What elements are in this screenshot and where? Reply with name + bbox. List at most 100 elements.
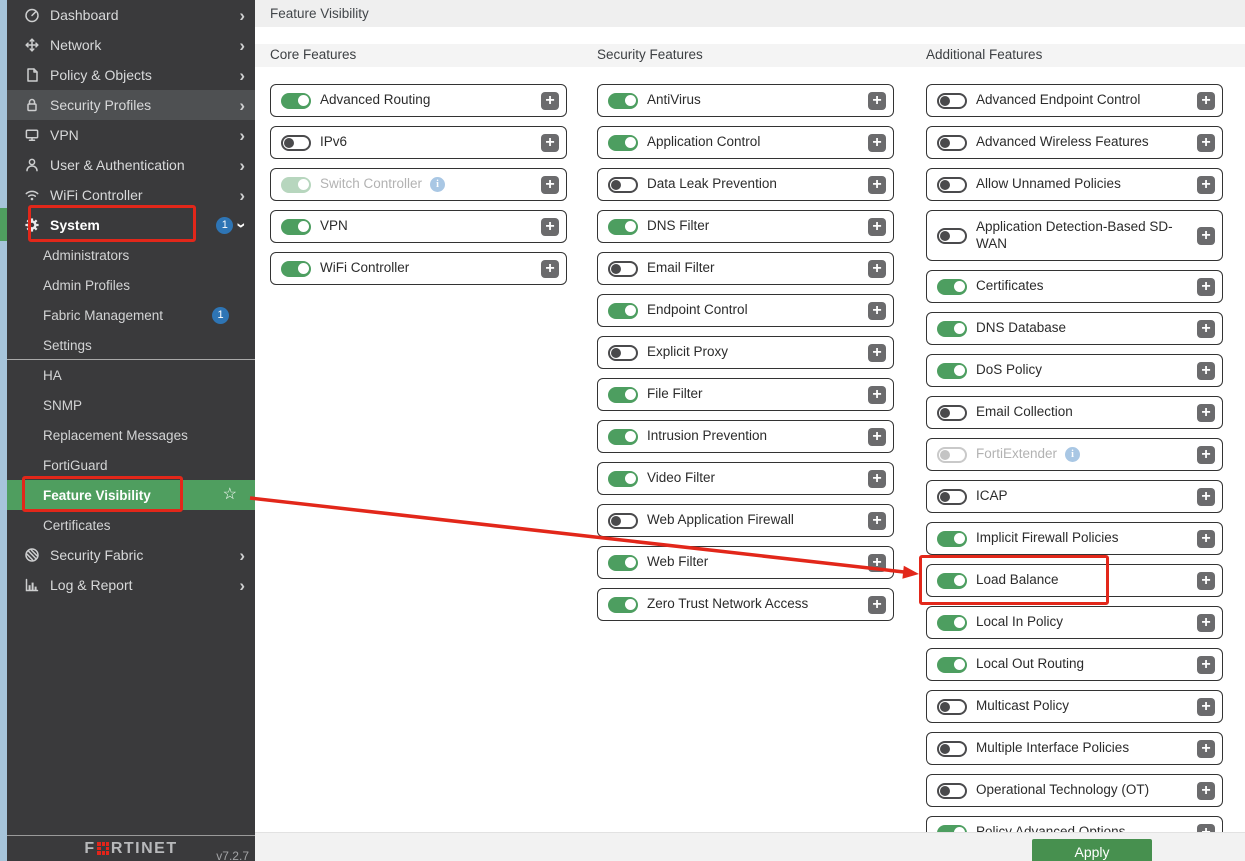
toggle-advanced-wireless-features[interactable] [937, 135, 967, 151]
toggle-web-application-firewall[interactable] [608, 513, 638, 529]
toggle-intrusion-prevention[interactable] [608, 429, 638, 445]
toggle-dns-filter[interactable] [608, 219, 638, 235]
toggle-data-leak-prevention[interactable] [608, 177, 638, 193]
toggle-advanced-routing[interactable] [281, 93, 311, 109]
expand-plus-button-vpn[interactable]: + [541, 218, 559, 236]
expand-plus-button-multiple-interface-policies[interactable]: + [1197, 740, 1215, 758]
sidebar-item-network[interactable]: Network› [7, 30, 255, 60]
expand-plus-button-implicit-firewall-policies[interactable]: + [1197, 530, 1215, 548]
sidebar-item-log-report[interactable]: Log & Report› [7, 570, 255, 600]
toggle-antivirus[interactable] [608, 93, 638, 109]
expand-plus-button-local-in-policy[interactable]: + [1197, 614, 1215, 632]
chart-icon [23, 577, 41, 593]
column-header-band [255, 44, 1245, 67]
sidebar-item-system[interactable]: System1› [7, 210, 255, 240]
expand-plus-button-dos-policy[interactable]: + [1197, 362, 1215, 380]
expand-plus-button-intrusion-prevention[interactable]: + [868, 428, 886, 446]
feature-card-email-collection: Email Collection+ [926, 396, 1223, 429]
expand-plus-button-explicit-proxy[interactable]: + [868, 344, 886, 362]
expand-plus-button-operational-technology-ot[interactable]: + [1197, 782, 1215, 800]
expand-plus-button-fortiextender[interactable]: + [1197, 446, 1215, 464]
expand-plus-button-advanced-routing[interactable]: + [541, 92, 559, 110]
sidebar-subitem-replacement-messages[interactable]: Replacement Messages [7, 420, 255, 450]
toggle-application-detection-based-sd-wan[interactable] [937, 228, 967, 244]
toggle-video-filter[interactable] [608, 471, 638, 487]
sidebar-item-security-fabric[interactable]: Security Fabric› [7, 540, 255, 570]
toggle-multicast-policy[interactable] [937, 699, 967, 715]
expand-plus-button-ipv6[interactable]: + [541, 134, 559, 152]
expand-plus-button-dns-database[interactable]: + [1197, 320, 1215, 338]
sidebar-subitem-fortiguard[interactable]: FortiGuard [7, 450, 255, 480]
toggle-certificates[interactable] [937, 279, 967, 295]
expand-plus-button-antivirus[interactable]: + [868, 92, 886, 110]
toggle-local-in-policy[interactable] [937, 615, 967, 631]
chevron-right-icon: › [239, 7, 245, 24]
expand-plus-button-icap[interactable]: + [1197, 488, 1215, 506]
toggle-zero-trust-network-access[interactable] [608, 597, 638, 613]
expand-plus-button-advanced-endpoint-control[interactable]: + [1197, 92, 1215, 110]
toggle-wifi-controller[interactable] [281, 261, 311, 277]
expand-plus-button-wifi-controller[interactable]: + [541, 260, 559, 278]
expand-plus-button-advanced-wireless-features[interactable]: + [1197, 134, 1215, 152]
toggle-dos-policy[interactable] [937, 363, 967, 379]
toggle-knob [611, 180, 621, 190]
toggle-knob [625, 305, 636, 316]
sidebar-item-security-profiles[interactable]: Security Profiles› [7, 90, 255, 120]
expand-plus-button-application-control[interactable]: + [868, 134, 886, 152]
sidebar-item-policy-objects[interactable]: Policy & Objects› [7, 60, 255, 90]
feature-card-local-out-routing: Local Out Routing+ [926, 648, 1223, 681]
expand-plus-button-email-collection[interactable]: + [1197, 404, 1215, 422]
sidebar-subitem-feature-visibility[interactable]: Feature Visibility☆ [7, 480, 255, 510]
expand-plus-button-zero-trust-network-access[interactable]: + [868, 596, 886, 614]
expand-plus-button-switch-controller[interactable]: + [541, 176, 559, 194]
expand-plus-button-dns-filter[interactable]: + [868, 218, 886, 236]
apply-button[interactable]: Apply [1032, 839, 1152, 861]
toggle-web-filter[interactable] [608, 555, 638, 571]
expand-plus-button-data-leak-prevention[interactable]: + [868, 176, 886, 194]
toggle-email-collection[interactable] [937, 405, 967, 421]
toggle-explicit-proxy[interactable] [608, 345, 638, 361]
sidebar-item-vpn[interactable]: VPN› [7, 120, 255, 150]
sidebar-subitem-certificates[interactable]: Certificates [7, 510, 255, 540]
toggle-ipv6[interactable] [281, 135, 311, 151]
sidebar-subitem-administrators[interactable]: Administrators [7, 240, 255, 270]
expand-plus-button-multicast-policy[interactable]: + [1197, 698, 1215, 716]
toggle-dns-database[interactable] [937, 321, 967, 337]
sidebar-subitem-settings[interactable]: Settings [7, 330, 255, 360]
sidebar-subitem-snmp[interactable]: SNMP [7, 390, 255, 420]
toggle-endpoint-control[interactable] [608, 303, 638, 319]
expand-plus-button-email-filter[interactable]: + [868, 260, 886, 278]
toggle-vpn[interactable] [281, 219, 311, 235]
sidebar-subitem-admin-profiles[interactable]: Admin Profiles [7, 270, 255, 300]
feature-card-dns-database: DNS Database+ [926, 312, 1223, 345]
toggle-email-filter[interactable] [608, 261, 638, 277]
toggle-advanced-endpoint-control[interactable] [937, 93, 967, 109]
expand-plus-button-local-out-routing[interactable]: + [1197, 656, 1215, 674]
expand-plus-button-file-filter[interactable]: + [868, 386, 886, 404]
toggle-knob [940, 492, 950, 502]
expand-plus-button-allow-unnamed-policies[interactable]: + [1197, 176, 1215, 194]
toggle-operational-technology-ot[interactable] [937, 783, 967, 799]
toggle-icap[interactable] [937, 489, 967, 505]
sidebar-item-user-authentication[interactable]: User & Authentication› [7, 150, 255, 180]
toggle-multiple-interface-policies[interactable] [937, 741, 967, 757]
sidebar-subitem-ha[interactable]: HA [7, 360, 255, 390]
toggle-application-control[interactable] [608, 135, 638, 151]
expand-plus-button-video-filter[interactable]: + [868, 470, 886, 488]
sidebar-subitem-fabric-management[interactable]: Fabric Management1 [7, 300, 255, 330]
toggle-local-out-routing[interactable] [937, 657, 967, 673]
expand-plus-button-certificates[interactable]: + [1197, 278, 1215, 296]
toggle-implicit-firewall-policies[interactable] [937, 531, 967, 547]
toggle-load-balance[interactable] [937, 573, 967, 589]
sidebar-item-label: VPN [50, 127, 79, 143]
sidebar-item-wifi-controller[interactable]: WiFi Controller› [7, 180, 255, 210]
toggle-allow-unnamed-policies[interactable] [937, 177, 967, 193]
expand-plus-button-web-application-firewall[interactable]: + [868, 512, 886, 530]
expand-plus-button-endpoint-control[interactable]: + [868, 302, 886, 320]
toggle-file-filter[interactable] [608, 387, 638, 403]
expand-plus-button-application-detection-based-sd-wan[interactable]: + [1197, 227, 1215, 245]
expand-plus-button-load-balance[interactable]: + [1197, 572, 1215, 590]
sidebar-item-dashboard[interactable]: Dashboard› [7, 0, 255, 30]
expand-plus-button-web-filter[interactable]: + [868, 554, 886, 572]
favorite-star-icon[interactable]: ☆ [223, 487, 237, 503]
